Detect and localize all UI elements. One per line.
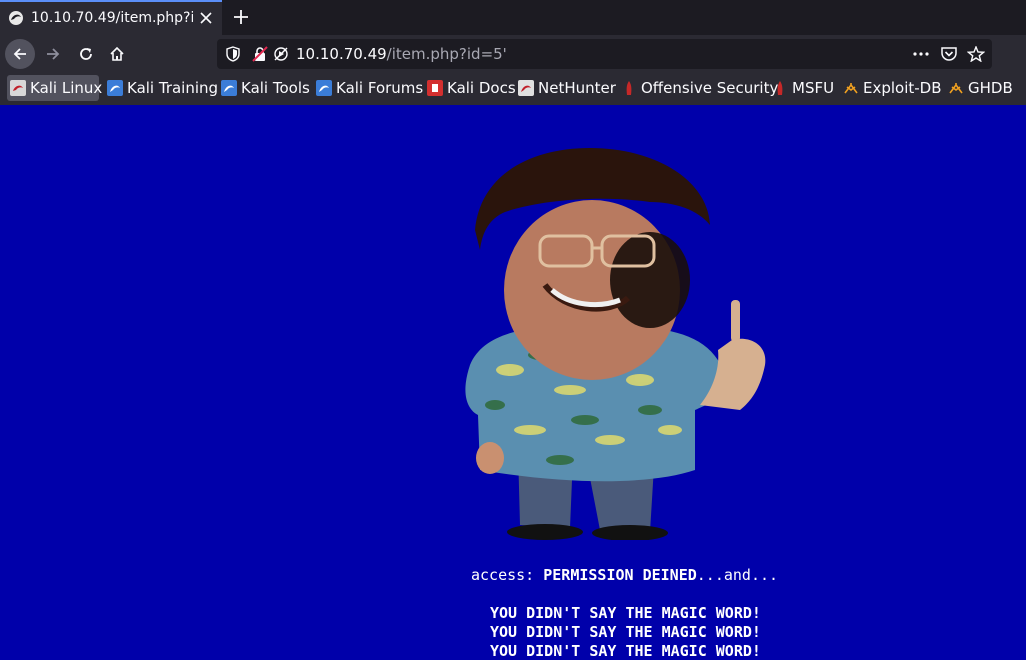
bookmark-kali-training[interactable]: Kali Training (104, 75, 218, 101)
shield-icon (226, 46, 240, 62)
bookmark-label: Exploit-DB (863, 79, 942, 97)
bookmark-msfu[interactable]: MSFU (769, 75, 835, 101)
nav-toolbar: 10.10.70.49/item.php?id=5' (0, 35, 1026, 72)
bookmark-label: GHDB (968, 79, 1013, 97)
new-tab-plus-icon[interactable] (231, 7, 251, 27)
exploitdb-icon (844, 83, 858, 94)
dancing-man-image (465, 148, 766, 540)
url-path: /item.php?id=5' (386, 45, 507, 63)
forward-button[interactable] (38, 39, 68, 69)
access-suffix: ...and... (696, 566, 779, 584)
back-button[interactable] (5, 39, 35, 69)
kali-forums-icon (316, 80, 332, 96)
kali-training-icon (107, 80, 123, 96)
bookmark-exploit-db[interactable]: Exploit-DB (840, 75, 942, 101)
bookmark-label: Kali Training (127, 79, 219, 97)
url-text[interactable]: 10.10.70.49/item.php?id=5' (296, 45, 507, 63)
browser-chrome: 10.10.70.49/item.php?id=5' (0, 0, 1026, 105)
home-button[interactable] (102, 39, 132, 69)
tab-strip: 10.10.70.49/item.php?id=5' (0, 0, 1026, 35)
bookmark-label: Offensive Security (641, 79, 779, 97)
bookmark-label: Kali Forums (336, 79, 424, 97)
kali-dragon-icon (9, 11, 23, 25)
nethunter-icon (518, 80, 534, 96)
kali-dragon-icon (10, 80, 26, 96)
address-bar[interactable]: 10.10.70.49/item.php?id=5' (217, 39, 992, 69)
ghdb-icon (949, 83, 963, 94)
close-icon[interactable] (199, 11, 213, 25)
arrow-right-icon (47, 48, 60, 60)
bookmark-star-icon[interactable] (967, 46, 985, 62)
bookmarks-toolbar: Kali Linux Kali Training Kali Tools Kali… (0, 72, 1026, 105)
url-host: 10.10.70.49 (296, 45, 387, 63)
access-status: PERMISSION DEINED (543, 566, 697, 584)
bookmark-offensive-security[interactable]: Offensive Security (618, 75, 778, 101)
arrow-left-icon (13, 48, 26, 60)
bookmark-kali-docs[interactable]: Kali Docs (424, 75, 516, 101)
bookmark-label: Kali Tools (241, 79, 310, 97)
msfu-icon (777, 81, 783, 95)
home-icon (110, 46, 124, 61)
bookmark-kali-forums[interactable]: Kali Forums (313, 75, 423, 101)
bookmark-label: NetHunter (538, 79, 616, 97)
bookmark-label: MSFU (792, 79, 835, 97)
kali-docs-icon (427, 80, 443, 96)
reload-button[interactable] (71, 39, 101, 69)
bookmark-kali-tools[interactable]: Kali Tools (218, 75, 310, 101)
offsec-icon (626, 81, 632, 95)
bookmark-ghdb[interactable]: GHDB (945, 75, 1017, 101)
reload-icon (80, 48, 92, 60)
autoplay-blocked-icon[interactable] (273, 46, 289, 62)
more-actions-icon[interactable] (912, 46, 930, 62)
bookmark-label: Kali Docs (447, 79, 516, 97)
access-status-line: access: PERMISSION DEINED...and... (471, 566, 778, 584)
tab-active[interactable]: 10.10.70.49/item.php?id=5' (0, 0, 222, 35)
bookmark-kali-linux[interactable]: Kali Linux (7, 75, 103, 101)
bookmark-nethunter[interactable]: NetHunter (515, 75, 616, 101)
kali-tools-icon (221, 80, 237, 96)
page-content: access: PERMISSION DEINED...and... YOU D… (0, 105, 1026, 660)
bookmark-label: Kali Linux (30, 79, 103, 97)
tab-title: 10.10.70.49/item.php?id=5' (31, 10, 193, 26)
pocket-icon[interactable] (940, 46, 958, 62)
insecure-lock-icon (252, 46, 268, 62)
magic-word-line: YOU DIDN'T SAY THE MAGIC WORD! (490, 642, 761, 660)
magic-word-line: YOU DIDN'T SAY THE MAGIC WORD! (490, 604, 761, 622)
access-label: access: (471, 566, 544, 584)
magic-word-line: YOU DIDN'T SAY THE MAGIC WORD! (490, 623, 761, 641)
